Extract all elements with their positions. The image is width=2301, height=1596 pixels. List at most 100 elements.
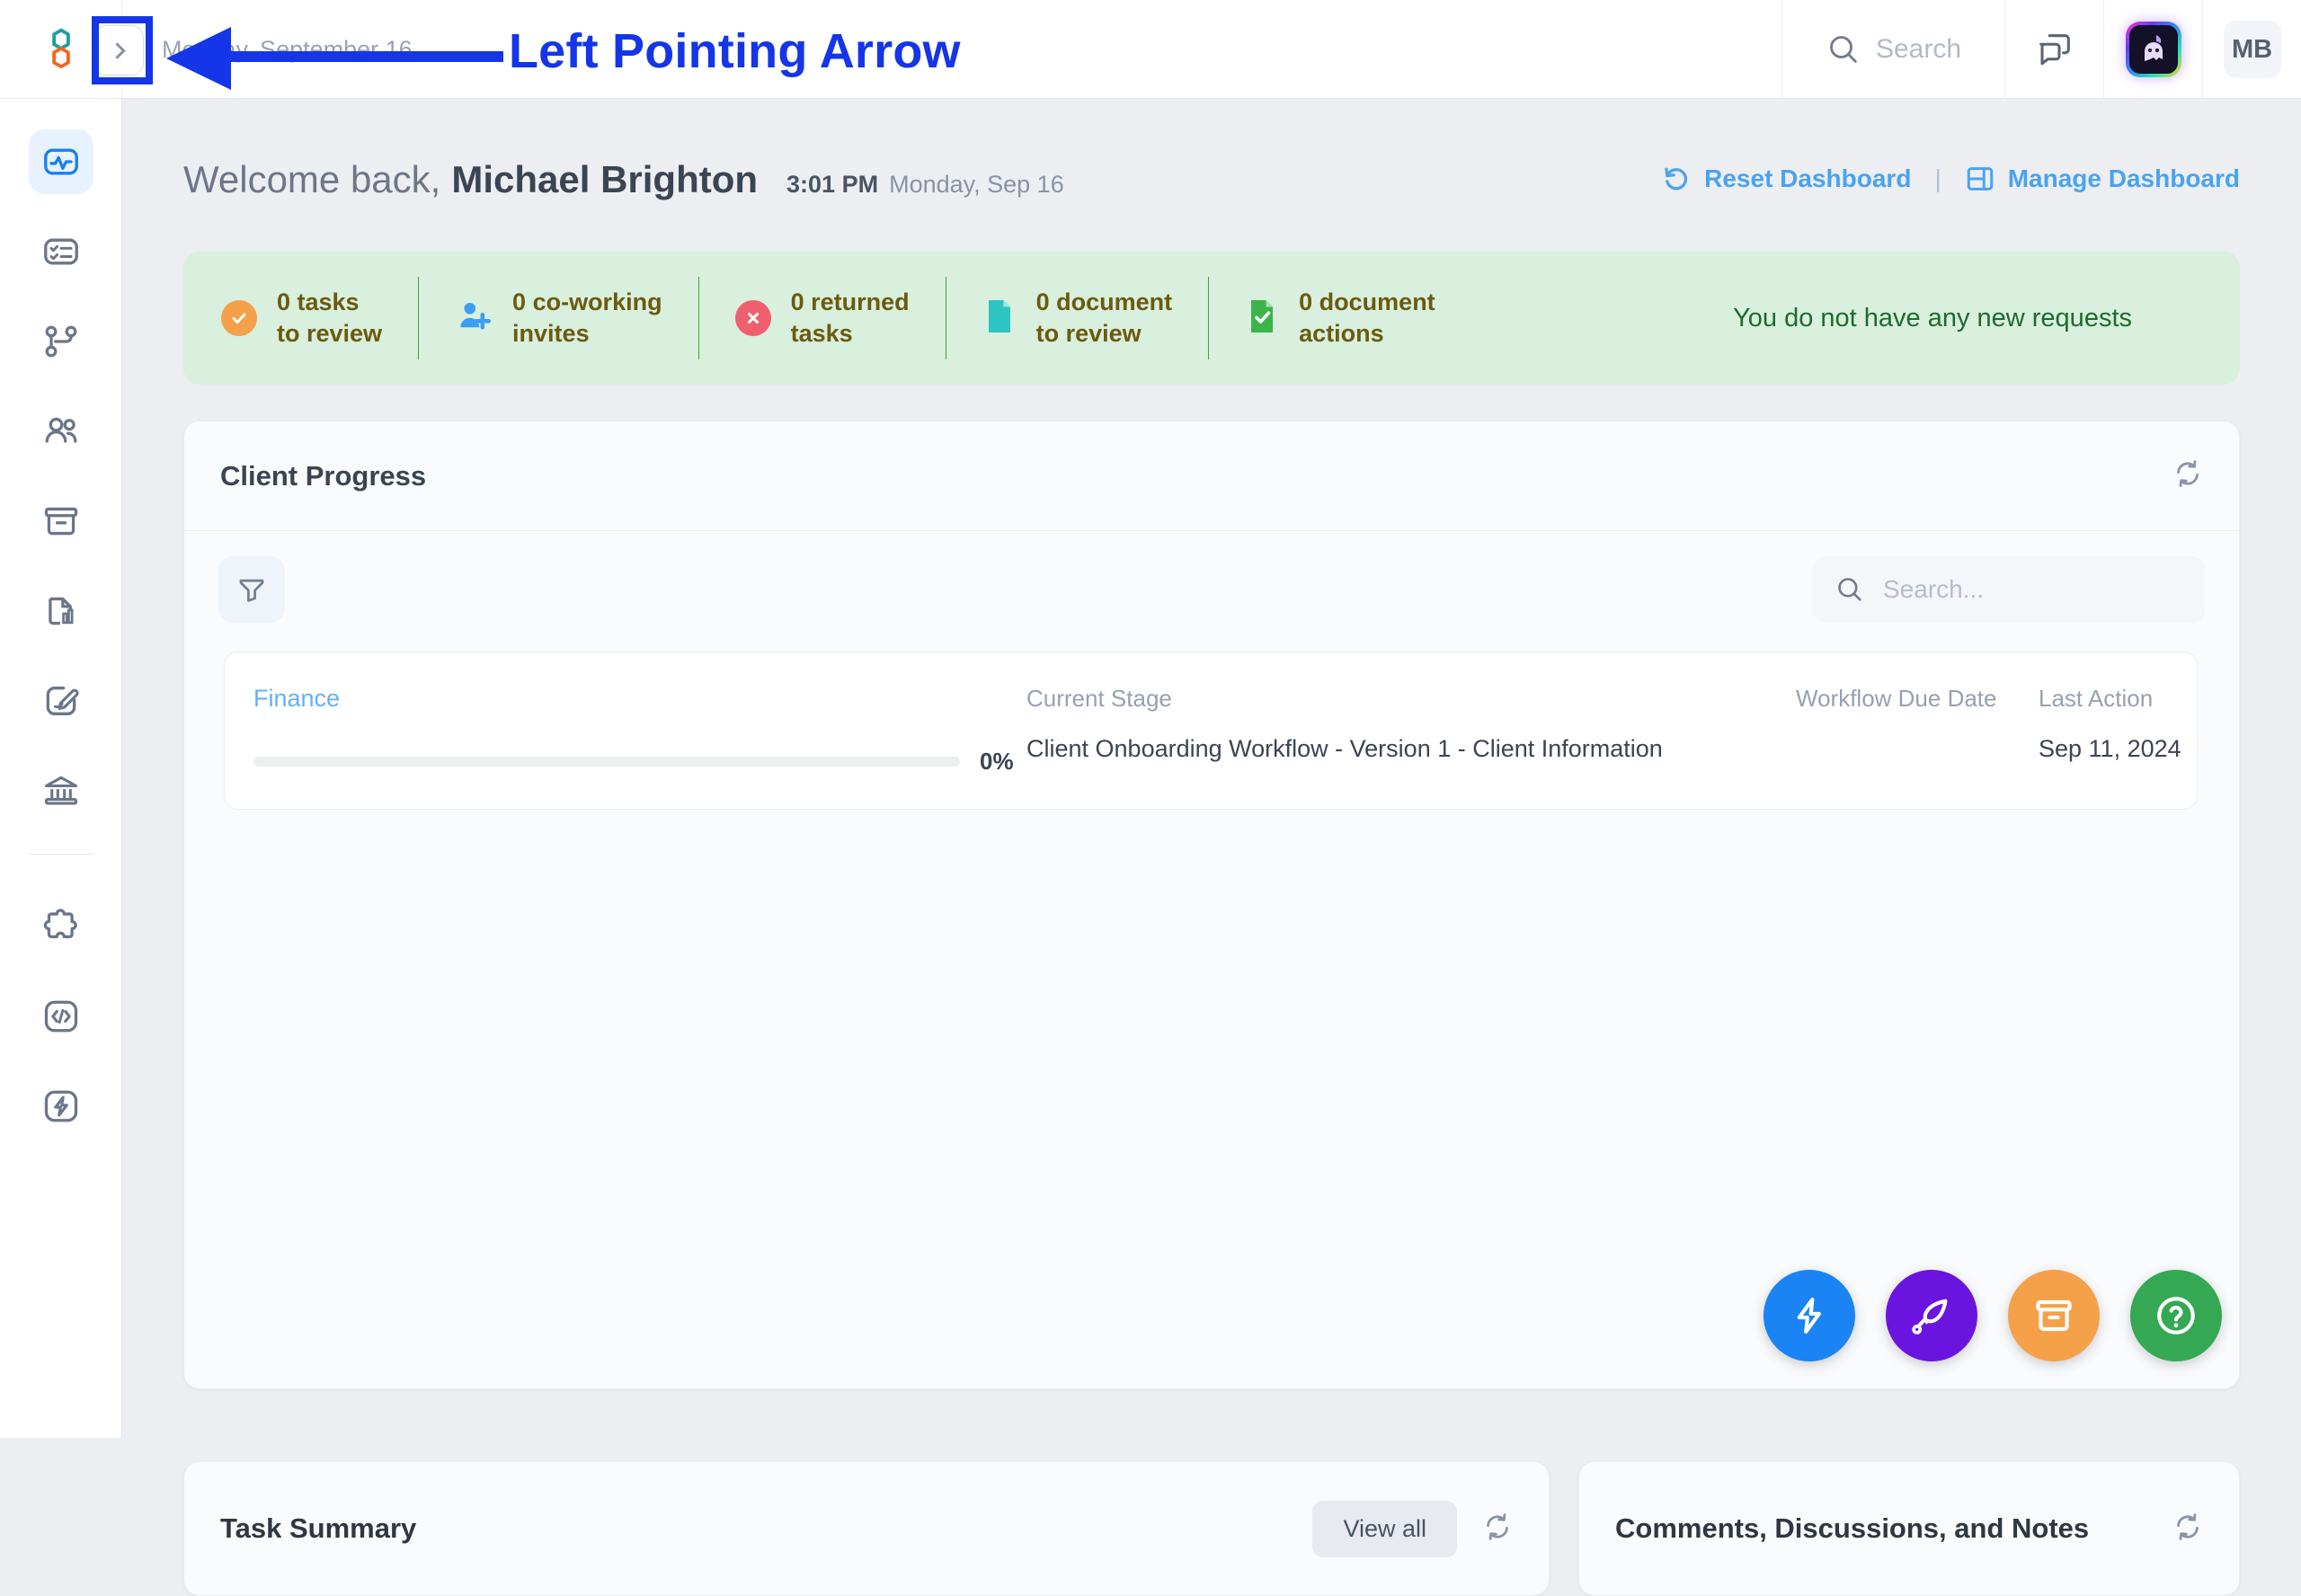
- sidebar-item-clients[interactable]: [29, 399, 93, 464]
- app-logo-icon: [51, 28, 70, 68]
- ai-ghost-icon: [2144, 35, 2163, 61]
- comments-header: Comments, Discussions, and Notes: [1579, 1462, 2239, 1595]
- sidebar-item-developer[interactable]: [29, 984, 93, 1049]
- search-icon: [1838, 578, 1861, 601]
- comments-discussions-notes-card: Comments, Discussions, and Notes: [1578, 1461, 2240, 1596]
- client-progress-title: Client Progress: [220, 459, 427, 492]
- column-header-current-stage: Current Stage: [1026, 685, 1172, 712]
- sidebar-item-archive[interactable]: [29, 489, 93, 554]
- client-progress-search-placeholder: Search...: [1883, 575, 1985, 603]
- puzzle-piece-icon: [43, 909, 77, 939]
- client-progress-search-input[interactable]: Search...: [1813, 556, 2205, 623]
- manage-dashboard-label: Manage Dashboard: [2007, 164, 2240, 192]
- reset-arrow-icon: [1665, 167, 1688, 191]
- activity-pulse-icon: [43, 148, 78, 175]
- ai-assistant-avatar: [2126, 22, 2181, 77]
- ai-assistant-button[interactable]: [2103, 0, 2202, 99]
- sidebar-item-integrations[interactable]: [29, 894, 93, 959]
- lightning-bolt-icon: [44, 1090, 77, 1122]
- chat-bubbles-icon: [2039, 34, 2070, 66]
- progress-bar-track: [253, 757, 960, 767]
- sidebar-item-signatures[interactable]: [29, 669, 93, 733]
- lightning-bolt-icon: [1797, 1298, 1821, 1334]
- sidebar-item-dashboard[interactable]: [28, 129, 93, 194]
- manage-dashboard-button[interactable]: Manage Dashboard: [1965, 164, 2240, 194]
- table-header-row: Finance Current Stage Workflow Due Date …: [225, 685, 2197, 721]
- task-summary-card: Task Summary View all: [183, 1461, 1550, 1596]
- chat-button[interactable]: [2004, 0, 2103, 99]
- sidebar-item-tasks[interactable]: [29, 219, 93, 284]
- global-search-label: Search: [1875, 34, 1962, 64]
- document-icon: [982, 297, 1017, 340]
- client-progress-header: Client Progress: [184, 421, 2239, 531]
- sidebar-divider: [28, 854, 93, 855]
- welcome-user-name: Michael Brighton: [451, 158, 759, 200]
- notif-coworking-invites[interactable]: 0 co-working invites: [419, 277, 699, 359]
- fab-help[interactable]: [2130, 1270, 2222, 1361]
- client-progress-refresh-button[interactable]: [2172, 458, 2203, 493]
- task-summary-header: Task Summary View all: [184, 1462, 1549, 1595]
- dashboard-actions: Reset Dashboard | Manage Dashboard: [1661, 164, 2240, 194]
- column-header-workflow-due-date: Workflow Due Date: [1796, 685, 1997, 712]
- notif-label: 0 document to review: [1035, 288, 1173, 347]
- global-search[interactable]: Search: [1781, 0, 2004, 99]
- requests-notification-bar: 0 tasks to review 0 co-working invites 0…: [183, 252, 2240, 385]
- task-summary-refresh-button[interactable]: [1482, 1512, 1513, 1547]
- notif-returned-tasks[interactable]: 0 returned tasks: [699, 277, 946, 359]
- sidebar-item-accounts[interactable]: [29, 758, 93, 823]
- comments-refresh-button[interactable]: [2172, 1512, 2203, 1547]
- main-content: Welcome back, Michael Brighton 3:01 PM M…: [122, 99, 2301, 1596]
- refresh-icon: [2177, 1512, 2199, 1540]
- notif-document-to-review[interactable]: 0 document to review: [946, 277, 1210, 359]
- layout-panel-icon: [1967, 167, 1993, 191]
- welcome-time: 3:01 PM: [786, 171, 879, 198]
- notif-label: 0 tasks to review: [277, 288, 383, 347]
- document-chart-icon: [48, 597, 73, 625]
- sidebar-nav: [0, 99, 122, 1438]
- fab-quick-actions[interactable]: [1764, 1270, 1855, 1361]
- client-progress-toolbar: Search...: [184, 531, 2239, 623]
- archive-box-icon: [2036, 1299, 2072, 1332]
- user-menu-button[interactable]: MB: [2202, 0, 2301, 99]
- fab-whats-new[interactable]: [1886, 1270, 1977, 1361]
- edit-pen-icon: [46, 687, 79, 715]
- search-icon: [1830, 36, 1857, 63]
- welcome-greeting: Welcome back,: [183, 158, 441, 200]
- notif-label: 0 co-working invites: [512, 288, 662, 347]
- comments-title: Comments, Discussions, and Notes: [1615, 1512, 2090, 1544]
- person-add-icon: [455, 297, 493, 340]
- workflow-branch-icon: [45, 325, 76, 358]
- view-all-button[interactable]: View all: [1312, 1500, 1457, 1557]
- table-row[interactable]: 0% Client Onboarding Workflow - Version …: [225, 735, 2197, 789]
- document-check-icon: [1245, 297, 1279, 340]
- refresh-icon: [2177, 460, 2199, 487]
- notif-tasks-to-review[interactable]: 0 tasks to review: [183, 277, 420, 359]
- column-header-last-action: Last Action: [2039, 685, 2154, 712]
- filter-button[interactable]: [218, 556, 285, 623]
- floating-action-buttons: [1764, 1270, 2222, 1361]
- expand-sidebar-button[interactable]: [93, 25, 144, 75]
- rocket-icon: [1912, 1299, 1948, 1334]
- task-summary-title: Task Summary: [220, 1512, 417, 1544]
- reset-dashboard-button[interactable]: Reset Dashboard: [1661, 164, 1911, 194]
- cell-last-action: Sep 11, 2024: [2039, 735, 2181, 762]
- sidebar-item-reports[interactable]: [29, 579, 93, 643]
- client-name-link[interactable]: Finance: [253, 685, 340, 713]
- people-icon: [45, 417, 76, 443]
- no-new-requests-message: You do not have any new requests: [1733, 303, 2132, 332]
- cell-current-stage: Client Onboarding Workflow - Version 1 -…: [1026, 735, 1663, 762]
- checklist-icon: [43, 238, 78, 265]
- welcome-header: Welcome back, Michael Brighton 3:01 PM M…: [183, 158, 2240, 201]
- welcome-date: Monday, Sep 16: [889, 171, 1064, 198]
- chevron-right-icon: [108, 41, 126, 59]
- circle-check-icon: [221, 300, 257, 336]
- fab-archive[interactable]: [2008, 1270, 2100, 1361]
- sidebar-item-automation[interactable]: [29, 1074, 93, 1139]
- client-progress-card: Client Progress Search... Finance Curren…: [183, 421, 2240, 1389]
- refresh-icon: [1487, 1512, 1508, 1540]
- user-avatar: MB: [2223, 21, 2281, 78]
- code-brackets-icon: [44, 1000, 77, 1033]
- circle-x-icon: [734, 300, 771, 336]
- sidebar-item-workflows[interactable]: [29, 309, 93, 374]
- notif-document-actions[interactable]: 0 document actions: [1209, 277, 1471, 359]
